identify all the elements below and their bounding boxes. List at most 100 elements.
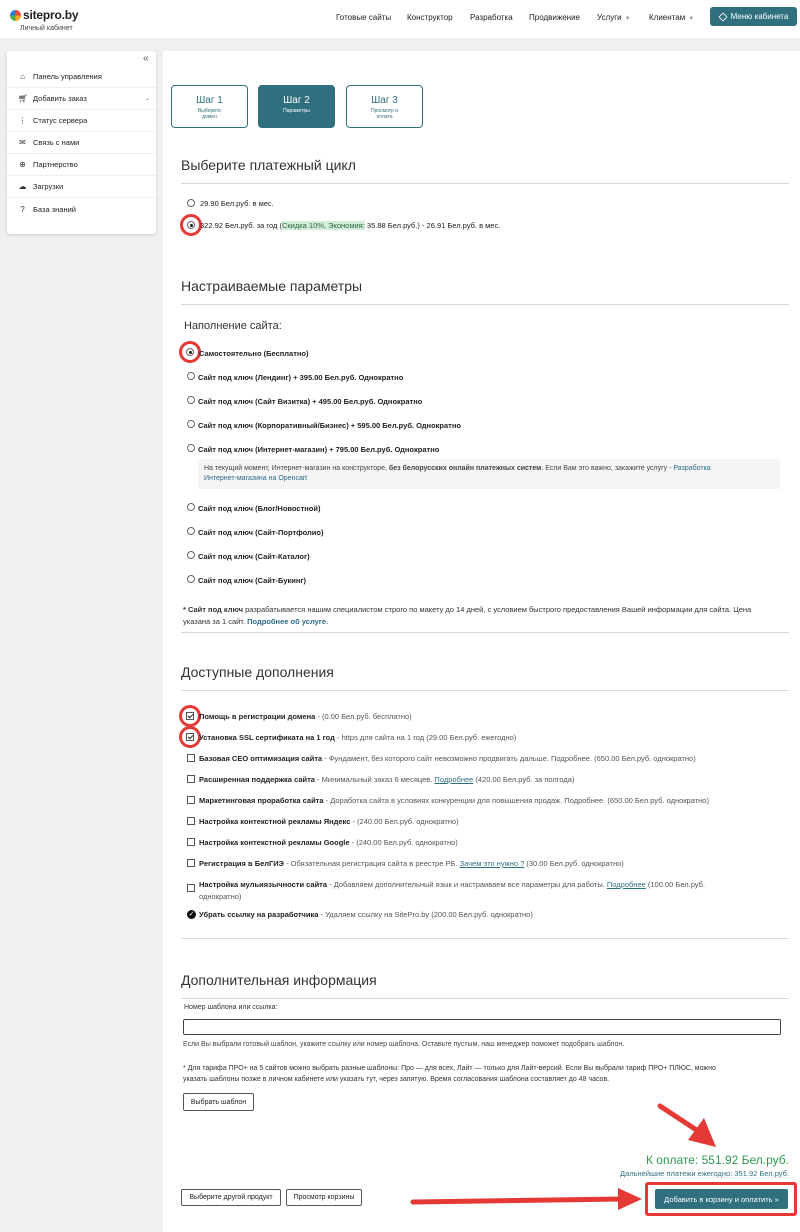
sidebar-item-dashboard[interactable]: ⌂ Панель управления bbox=[7, 66, 156, 88]
logo-subtitle: Личный кабинет bbox=[20, 25, 73, 32]
collapse-sidebar-icon[interactable]: « bbox=[143, 53, 149, 64]
addon-details-link[interactable]: Подробнее bbox=[607, 880, 646, 889]
divider bbox=[181, 183, 789, 184]
checked-circle-icon[interactable]: ✓ bbox=[187, 910, 196, 919]
choose-template-button[interactable]: Выбрать шаблон bbox=[183, 1093, 254, 1111]
addon-checkbox[interactable] bbox=[187, 859, 195, 867]
content-option-radio[interactable] bbox=[187, 551, 195, 559]
chevron-down-icon: ▼ bbox=[688, 16, 695, 22]
sidebar-item-label: База знаний bbox=[33, 204, 76, 214]
cabinet-menu-button[interactable]: Меню кабинета bbox=[710, 7, 797, 26]
addon-price: (420.00 Бел.руб. за полгода) bbox=[473, 775, 575, 784]
content-option-radio[interactable] bbox=[187, 420, 195, 428]
billing-monthly-radio[interactable] bbox=[187, 199, 195, 207]
divider bbox=[181, 304, 789, 305]
cabinet-menu-label: Меню кабинета bbox=[730, 12, 789, 21]
addon-price: однократно) bbox=[199, 892, 242, 901]
addon-details-link[interactable]: Зачем это нужно ? bbox=[460, 859, 525, 868]
addon-desc: - (240.00 Бел.руб. однократно) bbox=[350, 817, 459, 826]
billing-annual-radio[interactable] bbox=[187, 221, 195, 229]
addon-name: Настройка контекстной рекламы Google bbox=[199, 838, 350, 847]
step-1[interactable]: Шаг 1 Выберите домен bbox=[171, 85, 248, 128]
content-option-radio[interactable] bbox=[186, 348, 194, 356]
addon-name: Базовая СЕО оптимизация сайта bbox=[199, 754, 323, 763]
chevron-down-icon: ⌄ bbox=[144, 96, 150, 102]
nav-promotion[interactable]: Продвижение bbox=[529, 13, 580, 22]
view-cart-button[interactable]: Просмотр корзины bbox=[286, 1189, 362, 1206]
sidebar-item-label: Связь с нами bbox=[33, 138, 80, 147]
content-option-label: Сайт под ключ (Сайт-Букинг) bbox=[198, 576, 307, 585]
content-option-radio[interactable] bbox=[187, 527, 195, 535]
add-to-cart-button[interactable]: Добавить в корзину и оплатить » bbox=[655, 1189, 788, 1209]
addon-desc: - Минимальный заказ 6 месяцев. bbox=[314, 775, 435, 784]
addon-checkbox[interactable] bbox=[187, 796, 195, 804]
addon-checkbox[interactable] bbox=[186, 712, 194, 720]
addon-checkbox[interactable] bbox=[187, 754, 195, 762]
sidebar-item-partnership[interactable]: ⊕ Партнерство bbox=[7, 154, 156, 176]
addon-name: Маркетинговая проработка сайта bbox=[199, 796, 324, 805]
content-option-label: Сайт под ключ (Лендинг) + 395.00 Бел.руб… bbox=[198, 373, 404, 382]
config-heading: Настраиваемые параметры bbox=[181, 278, 363, 294]
template-field-label: Номер шаблона или ссылка: bbox=[184, 1004, 278, 1011]
content-option-label: Сайт под ключ (Сайт-Каталог) bbox=[198, 552, 310, 561]
service-details-link[interactable]: Подробнее об услуге bbox=[247, 617, 326, 626]
addon-desc: - (0.00 Бел.руб. бесплатно) bbox=[315, 712, 412, 721]
addon-checkbox[interactable] bbox=[186, 733, 194, 741]
extra-info-heading: Дополнительная информация bbox=[181, 972, 377, 988]
question-icon: ? bbox=[20, 204, 25, 214]
sidebar-item-server-status[interactable]: ⋮ Статус сервера bbox=[7, 110, 156, 132]
content-option-radio[interactable] bbox=[187, 444, 195, 452]
nav-clients-label: Клиентам bbox=[649, 13, 686, 22]
nav-constructor[interactable]: Конструктор bbox=[407, 13, 453, 22]
addon-checkbox[interactable] bbox=[187, 884, 195, 892]
nav-development[interactable]: Разработка bbox=[470, 13, 513, 22]
content-option-label: Сайт под ключ (Интернет-магазин) + 795.0… bbox=[198, 445, 440, 454]
addon-details-link[interactable]: Подробнее bbox=[434, 775, 473, 784]
addon-desc: - Фундамент, без которого сайт невозможн… bbox=[322, 754, 696, 763]
content-option-radio[interactable] bbox=[187, 396, 195, 404]
opencart-link[interactable]: Интернет-магазина на Opencart bbox=[204, 475, 307, 482]
sidebar-item-add-order[interactable]: 🛒︎ Добавить заказ ⌄ bbox=[7, 88, 156, 110]
cloud-download-icon: ☁ bbox=[18, 182, 27, 191]
addon-label: Настройка мульиязычности сайта - Добавля… bbox=[199, 879, 705, 903]
home-icon: ⌂ bbox=[20, 72, 25, 81]
addon-checkbox[interactable] bbox=[187, 817, 195, 825]
addon-label: Расширенная поддержка сайта - Минимальны… bbox=[199, 775, 574, 784]
addon-label: Регистрация в БелГИЭ - Обязательная реги… bbox=[199, 859, 624, 868]
addon-label: Базовая СЕО оптимизация сайта - Фундамен… bbox=[199, 754, 696, 763]
sidebar-item-contact[interactable]: ✉ Связь с нами bbox=[7, 132, 156, 154]
addon-checkbox[interactable] bbox=[187, 775, 195, 783]
choose-other-product-button[interactable]: Выберите другой продукт bbox=[181, 1189, 281, 1206]
opencart-link[interactable]: Разработка bbox=[673, 465, 710, 472]
total-amount: К оплате: 551.92 Бел.руб. bbox=[645, 1153, 789, 1167]
nav-services[interactable]: Услуги ▼ bbox=[597, 13, 631, 22]
cart-icon: 🛒︎ bbox=[18, 94, 29, 103]
template-help: Если Вы выбрали готовый шаблон, укажите … bbox=[183, 1041, 625, 1048]
addon-name: Настройка мульиязычности сайта bbox=[199, 880, 328, 889]
addon-desc: - Удаляем ссылку на SitePro.by (200.00 Б… bbox=[318, 910, 533, 919]
step-2[interactable]: Шаг 2 Параметры bbox=[258, 85, 335, 128]
addon-label: Установка SSL сертификата на 1 год - htt… bbox=[199, 733, 516, 742]
discount-badge: Скидка 10%, Экономия: bbox=[281, 221, 365, 230]
sidebar-item-knowledge-base[interactable]: ? База знаний bbox=[7, 198, 156, 220]
step-3[interactable]: Шаг 3 Просмотр и оплата bbox=[346, 85, 423, 128]
logo[interactable]: sitepro.by bbox=[23, 8, 79, 22]
step-subtitle: Просмотр и оплата bbox=[370, 108, 399, 120]
nav-ready-sites[interactable]: Готовые сайты bbox=[336, 13, 391, 22]
nav-services-label: Услуги bbox=[597, 13, 622, 22]
sidebar-item-label: Загрузки bbox=[33, 182, 64, 191]
content-option-radio[interactable] bbox=[187, 372, 195, 380]
content-option-radio[interactable] bbox=[187, 503, 195, 511]
billing-monthly-label: 29.90 Бел.руб. в мес. bbox=[200, 199, 274, 208]
addon-desc: - (240.00 Бел.руб. однократно) bbox=[349, 838, 458, 847]
ecommerce-note: На текущий момент, Интернет-магазин на к… bbox=[198, 459, 780, 489]
sidebar-item-label: Статус сервера bbox=[33, 116, 88, 125]
handshake-icon: ⊕ bbox=[19, 160, 26, 169]
template-input[interactable] bbox=[183, 1019, 781, 1035]
sidebar-item-label: Добавить заказ bbox=[33, 94, 87, 103]
nav-clients[interactable]: Клиентам ▼ bbox=[649, 13, 694, 22]
sidebar-item-downloads[interactable]: ☁ Загрузки bbox=[7, 176, 156, 198]
addon-checkbox[interactable] bbox=[187, 838, 195, 846]
content-option-radio[interactable] bbox=[187, 575, 195, 583]
note-bold: без белорусских онлайн платежных систем bbox=[388, 465, 542, 472]
